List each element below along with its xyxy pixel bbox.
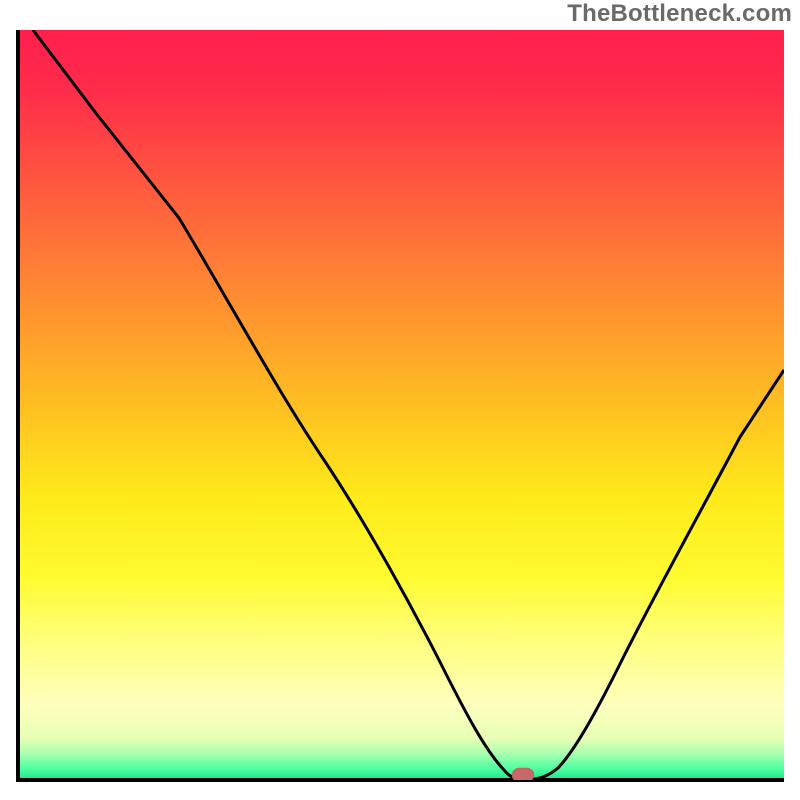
chart-container: TheBottleneck.com xyxy=(0,0,800,800)
chart-background xyxy=(18,30,784,780)
watermark-label: TheBottleneck.com xyxy=(567,0,792,28)
optimal-marker xyxy=(512,768,534,782)
bottleneck-chart xyxy=(0,0,800,800)
